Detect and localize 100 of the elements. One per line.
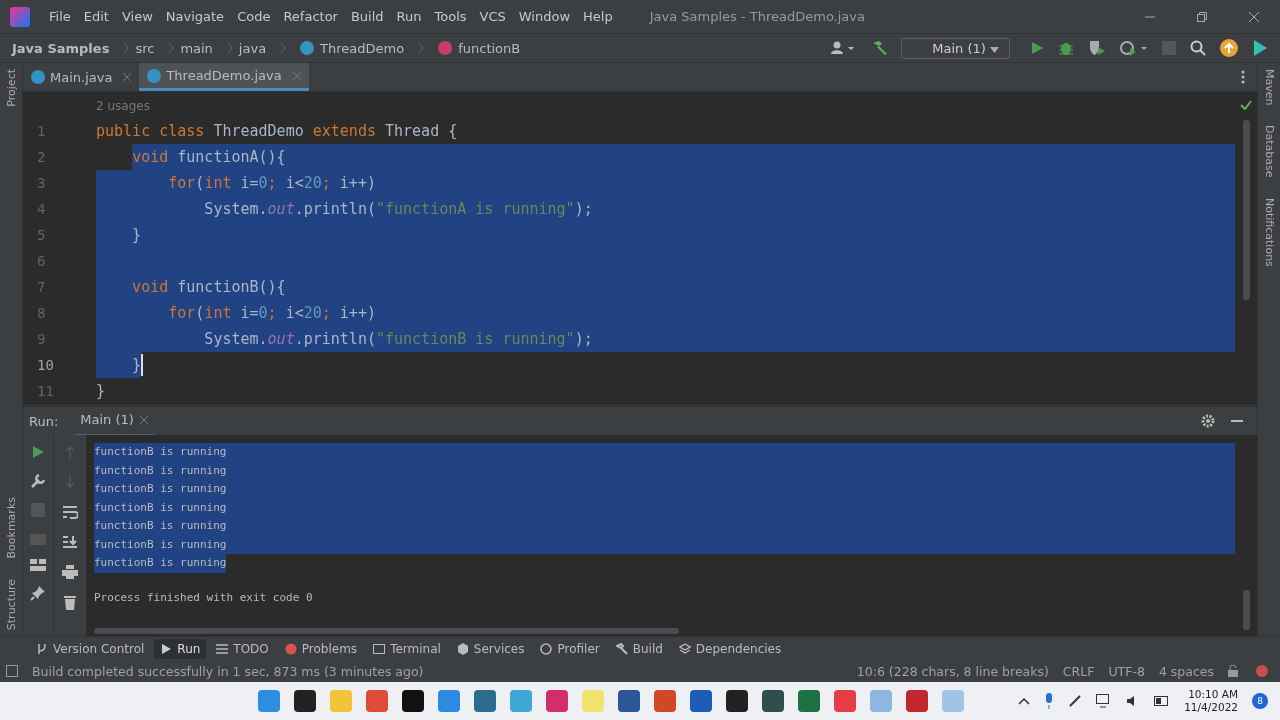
layout-toggle-icon[interactable]	[6, 665, 18, 677]
menu-item[interactable]: Navigate	[165, 9, 225, 24]
caret-position[interactable]: 10:6 (228 chars, 8 line breaks)	[856, 663, 1049, 679]
clock-time[interactable]: 10:10 AM	[1188, 688, 1238, 701]
trash-icon[interactable]	[64, 595, 76, 610]
shield-run-icon[interactable]	[1088, 40, 1106, 56]
menu-item[interactable]: Tools	[434, 9, 467, 24]
tool-window-tab[interactable]: Services	[450, 638, 531, 659]
status-message: Build completed successfully in 1 sec, 873 ms (3 minutes ago)	[32, 663, 424, 679]
app-logo-icon[interactable]	[10, 6, 30, 27]
tool-window-tab[interactable]: Profiler	[534, 638, 606, 659]
rerun-icon[interactable]	[31, 445, 45, 459]
menu-item[interactable]: Help	[583, 9, 613, 24]
tool-window-tab[interactable]: Problems	[278, 638, 364, 659]
code-line: }	[96, 381, 106, 402]
side-tool-tab[interactable]: Maven	[1262, 69, 1276, 106]
chevron-right-icon	[280, 42, 287, 54]
line-separator[interactable]: CRLF	[1062, 663, 1095, 679]
panel-label: Run:	[29, 413, 59, 429]
line-number: 3	[36, 174, 47, 193]
chevron-right-icon	[226, 42, 233, 54]
breadcrumb-item[interactable]: java	[238, 40, 267, 56]
notification-badge[interactable]: 8	[1252, 693, 1268, 709]
horizontal-scrollbar[interactable]	[94, 628, 679, 634]
text-cursor	[141, 354, 144, 376]
breadcrumb-item[interactable]: Java Samples	[12, 40, 110, 56]
breadcrumb-item[interactable]: src	[135, 40, 155, 56]
exit-message: Process finished with exit code 0	[94, 589, 313, 606]
clock-date[interactable]: 11/4/2022	[1184, 701, 1238, 714]
run-configuration-dropdown[interactable]: Main (1)	[901, 37, 1010, 59]
editor-tab[interactable]: Main.java	[23, 63, 140, 91]
chevron-up-icon[interactable]	[1018, 697, 1031, 705]
line-number: 2	[36, 148, 47, 167]
plugin-logo-icon[interactable]	[1252, 39, 1268, 57]
restore-icon[interactable]	[1196, 10, 1208, 23]
menu-item[interactable]: Code	[237, 9, 271, 24]
clock-run-icon[interactable]	[1120, 40, 1148, 56]
tool-window-tab[interactable]: Run	[154, 638, 207, 659]
menu-item[interactable]: Refactor	[283, 9, 338, 24]
window-title: Java Samples - ThreadDemo.java	[649, 9, 866, 24]
menu-item[interactable]: Edit	[83, 9, 109, 24]
breadcrumb-badge-icon	[300, 41, 315, 55]
check-icon	[1240, 100, 1252, 110]
menu-item[interactable]: Window	[518, 9, 571, 24]
battery-icon[interactable]	[1154, 696, 1171, 706]
menu-item[interactable]: View	[121, 9, 153, 24]
tool-window-tab[interactable]: TODO	[210, 638, 275, 659]
close-icon[interactable]	[1248, 10, 1260, 23]
tool-window-tab[interactable]: Version Control	[30, 638, 151, 659]
scroll-to-end-icon[interactable]	[62, 535, 78, 549]
dropdown-caret-icon	[990, 46, 999, 53]
settings-icon[interactable]	[1201, 414, 1215, 428]
scrollbar-thumb[interactable]	[1242, 120, 1250, 300]
soft-wrap-icon[interactable]	[62, 505, 78, 519]
line-number: 11	[36, 382, 55, 401]
tool-window-tab[interactable]: Terminal	[367, 638, 447, 659]
wrench-icon[interactable]	[30, 473, 46, 489]
side-tool-tab[interactable]: Database	[1262, 125, 1276, 178]
side-tool-tab[interactable]: Notifications	[1262, 198, 1276, 267]
close-icon[interactable]	[139, 415, 148, 424]
code-line: public class ThreadDemo extends Thread {	[96, 121, 458, 142]
tool-window-tab[interactable]: Dependencies	[672, 638, 788, 659]
hexagon-icon	[456, 642, 469, 655]
microphone-icon[interactable]	[1044, 693, 1055, 709]
usages-hint[interactable]: 2 usages	[96, 94, 1235, 118]
branch-icon	[36, 642, 48, 655]
side-tool-tab[interactable]: Project	[4, 69, 18, 107]
more-options-icon[interactable]	[1241, 70, 1245, 84]
bug-icon[interactable]	[1058, 40, 1074, 56]
editor-tab[interactable]: ThreadDemo.java	[139, 63, 309, 91]
file-encoding[interactable]: UTF-8	[1108, 663, 1145, 679]
pen-icon[interactable]	[1068, 694, 1083, 708]
pin-icon[interactable]	[30, 585, 46, 601]
line-number: 8	[36, 304, 47, 323]
indent-setting[interactable]: 4 spaces	[1158, 663, 1214, 679]
run-icon[interactable]	[1030, 41, 1044, 55]
side-tool-tab[interactable]: Bookmarks	[4, 497, 18, 559]
layers-icon	[678, 642, 691, 655]
breadcrumb-item[interactable]: ThreadDemo	[320, 40, 405, 56]
list-icon	[216, 642, 229, 655]
close-icon[interactable]	[123, 73, 132, 81]
breadcrumb-item[interactable]: functionB	[458, 40, 521, 56]
lock-icon[interactable]	[1228, 665, 1240, 677]
line-number: 10	[36, 356, 55, 375]
line-number: 5	[36, 226, 47, 245]
layout-icon[interactable]	[30, 559, 46, 571]
line-number: 1	[36, 122, 47, 141]
menu-item[interactable]: VCS	[479, 9, 506, 24]
update-icon[interactable]	[1220, 39, 1238, 57]
play-icon	[160, 642, 173, 655]
breadcrumb-item[interactable]: main	[180, 40, 213, 56]
line-number: 4	[36, 200, 47, 219]
menu-item[interactable]: Run	[396, 9, 422, 24]
menu-item[interactable]: File	[49, 9, 71, 24]
menu-item[interactable]: Build	[350, 9, 384, 24]
print-icon[interactable]	[62, 565, 78, 579]
tool-window-tab[interactable]: Build	[609, 638, 669, 659]
side-tool-tab[interactable]: Structure	[4, 578, 18, 630]
hammer-icon[interactable]	[871, 40, 890, 56]
scrollbar-thumb[interactable]	[1242, 590, 1250, 630]
